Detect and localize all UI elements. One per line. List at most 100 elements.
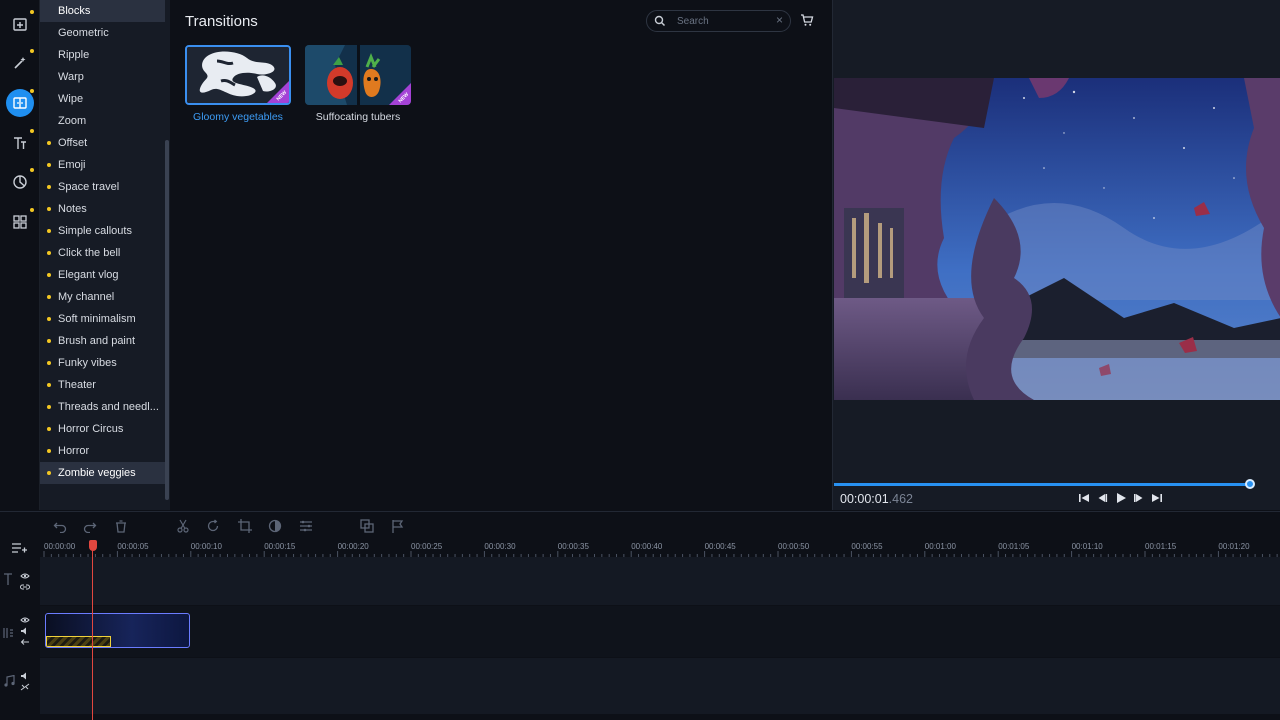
category-label: Simple callouts xyxy=(58,225,132,237)
transition-tile-suffocating-tubers[interactable]: NEW Suffocating tubers xyxy=(305,45,411,123)
ruler-time-label: 00:00:00 xyxy=(44,542,76,551)
ruler-time-label: 00:00:50 xyxy=(778,542,810,551)
transition-tile-gloomy-vegetables[interactable]: NEW Gloomy vegetables xyxy=(185,45,291,123)
category-label: Funky vibes xyxy=(58,357,117,369)
category-item[interactable]: Offset xyxy=(40,132,165,154)
category-item[interactable]: Funky vibes xyxy=(40,352,165,374)
category-label: Blocks xyxy=(58,5,91,17)
category-label: Elegant vlog xyxy=(58,269,119,281)
playback-progress-handle[interactable] xyxy=(1244,479,1255,489)
ruler-time-label: 00:01:15 xyxy=(1145,542,1177,551)
titles-button[interactable] xyxy=(6,129,34,157)
ruler-time-label: 00:01:05 xyxy=(998,542,1030,551)
category-label: Horror xyxy=(58,445,90,457)
category-item[interactable]: Zombie veggies xyxy=(40,462,165,484)
new-content-dot xyxy=(47,427,51,431)
ruler-time-label: 00:01:20 xyxy=(1218,542,1250,551)
category-item[interactable]: Click the bell xyxy=(40,242,165,264)
transition-marker[interactable] xyxy=(46,636,111,647)
playback-progress-bar[interactable] xyxy=(834,483,1251,486)
search-input[interactable] xyxy=(677,14,772,29)
transitions-panel: Transitions × NEW Gloomy vegetables xyxy=(170,0,832,510)
category-label: Notes xyxy=(58,203,87,215)
volume-icon[interactable] xyxy=(20,627,30,635)
category-item[interactable]: Ripple xyxy=(40,44,165,66)
undo-icon[interactable] xyxy=(53,519,67,533)
filters-notify-dot xyxy=(30,49,34,53)
cart-icon[interactable] xyxy=(800,13,814,27)
play-icon[interactable] xyxy=(1115,492,1127,504)
ruler-time-label: 00:00:25 xyxy=(411,542,443,551)
clip-properties-icon[interactable] xyxy=(299,519,313,533)
video-clip[interactable] xyxy=(45,613,190,648)
timecode-ms: .462 xyxy=(888,492,914,506)
titles-notify-dot xyxy=(30,129,34,133)
category-item[interactable]: Notes xyxy=(40,198,165,220)
transition-thumbnail: NEW xyxy=(305,45,411,105)
ruler-time-label: 00:00:55 xyxy=(851,542,883,551)
new-content-dot xyxy=(47,273,51,277)
skip-to-start-icon[interactable] xyxy=(1078,492,1090,504)
category-item[interactable]: Threads and needl... xyxy=(40,396,165,418)
audio-link-icon[interactable] xyxy=(20,683,30,691)
category-item[interactable]: Soft minimalism xyxy=(40,308,165,330)
volume-icon[interactable] xyxy=(20,672,30,680)
redo-icon[interactable] xyxy=(83,519,97,533)
category-item[interactable]: Space travel xyxy=(40,176,165,198)
category-item[interactable]: Theater xyxy=(40,374,165,396)
category-item[interactable]: Warp xyxy=(40,66,165,88)
video-track[interactable] xyxy=(40,606,1280,657)
ruler-time-label: 00:00:35 xyxy=(557,542,589,551)
overlay-icon[interactable] xyxy=(360,519,374,533)
category-item[interactable]: Geometric xyxy=(40,22,165,44)
category-item[interactable]: Simple callouts xyxy=(40,220,165,242)
playhead-handle[interactable] xyxy=(89,540,97,551)
audio-track[interactable] xyxy=(40,658,1280,714)
clear-search-icon[interactable]: × xyxy=(776,13,783,27)
ruler-time-label: 00:00:10 xyxy=(190,542,222,551)
transitions-button[interactable] xyxy=(6,89,34,117)
previous-frame-icon[interactable] xyxy=(1096,492,1108,504)
video-preview xyxy=(834,78,1280,400)
rotate-icon[interactable] xyxy=(206,519,220,533)
color-adjust-icon[interactable] xyxy=(268,519,282,533)
track-headers xyxy=(0,539,40,720)
new-content-dot xyxy=(47,405,51,409)
category-item[interactable]: Blocks xyxy=(40,0,165,22)
import-button[interactable] xyxy=(6,10,34,38)
category-item[interactable]: Zoom xyxy=(40,110,165,132)
category-label: Ripple xyxy=(58,49,90,61)
text-track[interactable] xyxy=(40,557,1280,605)
skip-to-end-icon[interactable] xyxy=(1151,492,1163,504)
category-item[interactable]: Wipe xyxy=(40,88,165,110)
visibility-eye-icon[interactable] xyxy=(20,572,30,580)
category-item[interactable]: Elegant vlog xyxy=(40,264,165,286)
link-icon[interactable] xyxy=(20,583,30,591)
category-item[interactable]: Emoji xyxy=(40,154,165,176)
add-track-icon[interactable] xyxy=(11,541,27,555)
import-icon xyxy=(13,18,27,31)
current-timecode: 00:00:01.462 xyxy=(840,492,913,506)
category-label: Theater xyxy=(58,379,96,391)
delete-icon[interactable] xyxy=(114,519,128,533)
filters-button[interactable] xyxy=(6,49,34,77)
grid-icon xyxy=(13,215,27,229)
new-content-dot xyxy=(47,317,51,321)
category-item[interactable]: Horror xyxy=(40,440,165,462)
visibility-eye-icon[interactable] xyxy=(20,616,30,624)
track-arrow-icon[interactable] xyxy=(20,638,30,646)
timeline-ruler[interactable]: 00:00:00 00:00:05 00:00:10 00:00:15 00:00:20… xyxy=(40,539,1280,557)
new-content-dot xyxy=(47,383,51,387)
category-item[interactable]: Brush and paint xyxy=(40,330,165,352)
crop-icon[interactable] xyxy=(238,519,252,533)
cut-icon[interactable] xyxy=(176,519,190,533)
category-item[interactable]: My channel xyxy=(40,286,165,308)
marker-flag-icon[interactable] xyxy=(391,519,405,533)
next-frame-icon[interactable] xyxy=(1133,492,1145,504)
category-label: Click the bell xyxy=(58,247,121,259)
category-scrollbar[interactable] xyxy=(165,140,169,500)
stickers-button[interactable] xyxy=(6,168,34,196)
more-tools-button[interactable] xyxy=(6,208,34,236)
playhead-line[interactable] xyxy=(92,540,93,720)
category-item[interactable]: Horror Circus xyxy=(40,418,165,440)
